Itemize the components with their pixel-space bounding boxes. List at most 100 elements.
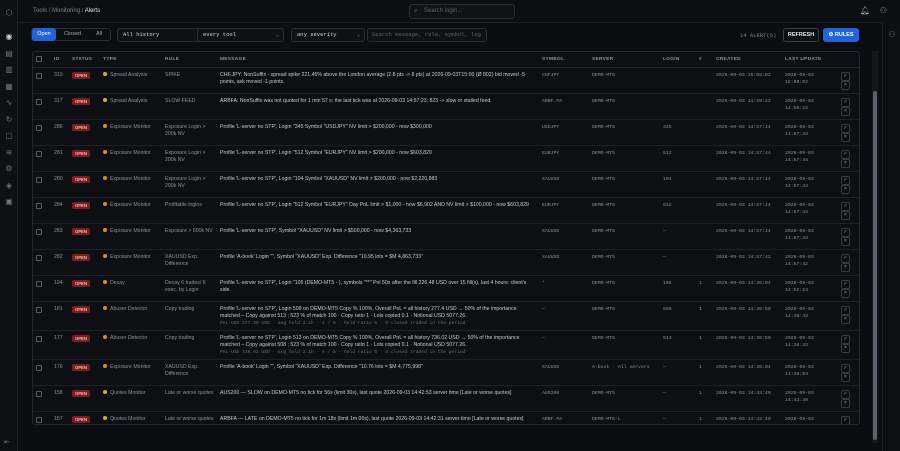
col-created[interactable]: CREATED xyxy=(713,52,782,68)
table-row[interactable]: 317 OPEN Spread Analysis SLOW FEED ARBFA: No… xyxy=(33,93,859,120)
acknowledge-icon[interactable]: ✓ xyxy=(841,334,850,344)
row-select-cell[interactable] xyxy=(33,93,51,120)
nav-chart-icon[interactable]: ▦ xyxy=(4,82,14,92)
alert-search-input[interactable]: Search message, rule, symbol, log xyxy=(367,28,487,42)
col-message[interactable]: MESSAGE xyxy=(217,52,539,68)
nav-reports-icon[interactable]: ▥ xyxy=(4,65,14,75)
row-select-cell[interactable] xyxy=(33,249,51,276)
row-checkbox[interactable] xyxy=(36,280,42,287)
breadcrumb-tools[interactable]: Tools xyxy=(33,8,47,14)
row-select-cell[interactable] xyxy=(33,171,51,198)
table-row[interactable]: 281 OPEN Exposure Monitor Exposure Login > … xyxy=(33,145,859,172)
close-icon[interactable]: × xyxy=(841,425,850,426)
table-row[interactable]: 176 OPEN Exposure Monitor XAUUSD Exp. Diffe… xyxy=(33,359,859,386)
row-select-cell[interactable] xyxy=(33,67,51,94)
row-select-cell[interactable] xyxy=(33,411,51,424)
table-row[interactable]: 181 OPEN Abuser Detector Copy trading Profil… xyxy=(33,301,859,331)
tab-closed[interactable]: Closed xyxy=(59,28,86,41)
row-select-cell[interactable] xyxy=(33,223,51,250)
nav-dashboard-icon[interactable]: ▤ xyxy=(4,49,14,59)
select-all-checkbox[interactable] xyxy=(36,55,42,62)
refresh-button[interactable]: REFRESH xyxy=(783,28,819,42)
row-select-cell[interactable] xyxy=(33,145,51,172)
acknowledge-icon[interactable]: ✓ xyxy=(841,363,850,373)
acknowledge-icon[interactable]: ✓ xyxy=(841,97,850,107)
table-row[interactable]: 157 OPEN Quotes Monitor Late or worse quote… xyxy=(33,411,859,426)
bell-icon[interactable]: 🔔︎ xyxy=(860,6,870,15)
table-row[interactable]: 286 OPEN Exposure Monitor Exposure Login > … xyxy=(33,119,859,146)
table-row[interactable]: 319 OPEN Spread Analysis SPIKE CHF,JPY: NonS… xyxy=(33,67,859,94)
col-symbol[interactable]: SYMBOL xyxy=(539,52,589,68)
rules-button[interactable]: ⚙ RULES xyxy=(823,28,859,42)
history-select[interactable]: All history ⌄ xyxy=(117,28,205,42)
close-icon[interactable]: × xyxy=(841,236,850,246)
row-checkbox[interactable] xyxy=(36,150,42,157)
table-row[interactable]: 158 OPEN Quotes Monitor Late or worse quote… xyxy=(33,385,859,412)
row-select-cell[interactable] xyxy=(33,301,51,331)
col-login[interactable]: LOGIN xyxy=(660,52,696,68)
close-icon[interactable]: × xyxy=(841,106,850,116)
severity-select[interactable]: any severity ⌄ xyxy=(291,28,365,42)
close-icon[interactable]: × xyxy=(841,314,850,324)
nav-settings-icon[interactable]: ⚙ xyxy=(4,164,14,174)
table-row[interactable]: 283 OPEN Exposure Monitor Exposure > 500k N… xyxy=(33,223,859,250)
table-row[interactable]: 280 OPEN Exposure Monitor Exposure Login > … xyxy=(33,171,859,198)
row-select-cell[interactable] xyxy=(33,359,51,386)
row-checkbox[interactable] xyxy=(36,124,42,131)
row-select-cell[interactable] xyxy=(33,330,51,360)
acknowledge-icon[interactable]: ✓ xyxy=(841,71,850,81)
close-icon[interactable]: × xyxy=(841,372,850,382)
row-checkbox[interactable] xyxy=(36,390,42,397)
tool-select[interactable]: every tool ⌄ xyxy=(197,28,284,42)
table-row[interactable]: 284 OPEN Exposure Monitor Profitable logins… xyxy=(33,197,859,224)
close-icon[interactable]: × xyxy=(841,184,850,194)
acknowledge-icon[interactable]: ✓ xyxy=(841,227,850,237)
close-icon[interactable]: × xyxy=(841,80,850,90)
nav-document-icon[interactable]: ▢ xyxy=(4,131,14,141)
breadcrumb-monitoring[interactable]: Monitoring xyxy=(52,8,80,14)
col-server[interactable]: SERVER xyxy=(589,52,660,68)
close-icon[interactable]: × xyxy=(841,288,850,298)
row-select-cell[interactable] xyxy=(33,197,51,224)
scrollbar-thumb[interactable] xyxy=(873,91,877,440)
row-select-cell[interactable] xyxy=(33,119,51,146)
acknowledge-icon[interactable]: ✓ xyxy=(841,149,850,159)
acknowledge-icon[interactable]: ✓ xyxy=(841,201,850,211)
users-icon[interactable]: ⚇ xyxy=(887,30,897,40)
row-checkbox[interactable] xyxy=(36,335,42,342)
col-type[interactable]: TYPE xyxy=(100,52,162,68)
table-row[interactable]: 194 OPEN Decay Decay 6 trades/ 6 exec. by L… xyxy=(33,275,859,302)
close-icon[interactable]: × xyxy=(841,158,850,168)
acknowledge-icon[interactable]: ✓ xyxy=(841,175,850,185)
row-checkbox[interactable] xyxy=(36,254,42,261)
row-checkbox[interactable] xyxy=(36,176,42,183)
row-checkbox[interactable] xyxy=(36,364,42,371)
acknowledge-icon[interactable]: ✓ xyxy=(841,415,850,424)
collapse-icon[interactable]: ⇤ xyxy=(4,438,10,446)
row-select-cell[interactable] xyxy=(33,275,51,302)
row-checkbox[interactable] xyxy=(36,202,42,209)
nav-refresh-icon[interactable]: ↻ xyxy=(4,115,14,125)
col-count[interactable]: # xyxy=(696,52,713,68)
nav-activity-icon[interactable]: ∿ xyxy=(4,98,14,108)
user-icon[interactable]: ⚇ xyxy=(880,6,887,15)
col-last-update[interactable]: LAST UPDATE xyxy=(782,52,838,68)
global-search-input[interactable]: ⌕ Search login... xyxy=(409,4,515,19)
row-checkbox[interactable] xyxy=(36,98,42,105)
close-icon[interactable]: × xyxy=(841,210,850,220)
acknowledge-icon[interactable]: ✓ xyxy=(841,279,850,289)
table-row[interactable]: 177 OPEN Abuser Detector Copy trading Profil… xyxy=(33,330,859,360)
select-all-header[interactable] xyxy=(33,52,51,68)
acknowledge-icon[interactable]: ✓ xyxy=(841,389,850,399)
close-icon[interactable]: × xyxy=(841,398,850,408)
col-status[interactable]: STATUS xyxy=(69,52,100,68)
acknowledge-icon[interactable]: ✓ xyxy=(841,123,850,133)
row-select-cell[interactable] xyxy=(33,385,51,412)
nav-shield-icon[interactable]: ◈ xyxy=(4,181,14,191)
acknowledge-icon[interactable]: ✓ xyxy=(841,305,850,315)
close-icon[interactable]: × xyxy=(841,262,850,272)
close-icon[interactable]: × xyxy=(841,132,850,142)
nav-alerts-icon[interactable]: ◉ xyxy=(4,32,14,42)
close-icon[interactable]: × xyxy=(841,343,850,353)
col-rule[interactable]: RULE xyxy=(162,52,217,68)
